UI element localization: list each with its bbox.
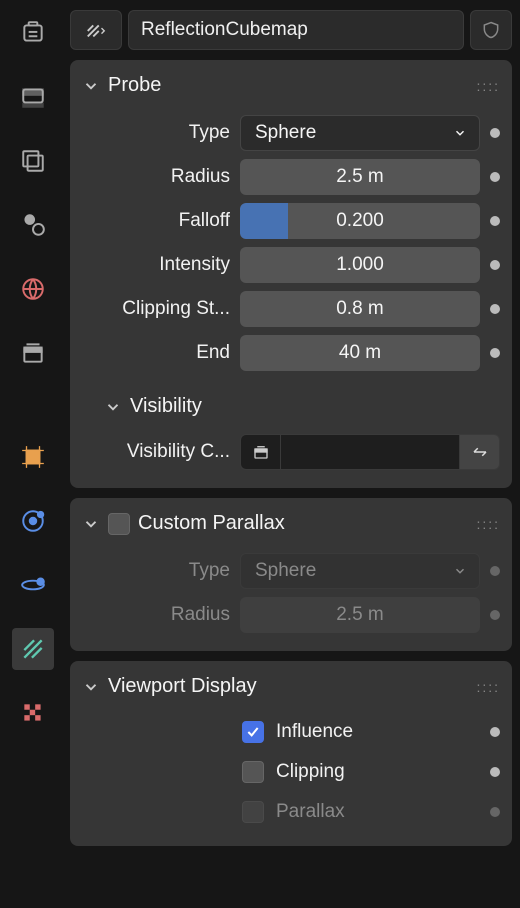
drag-grip-icon[interactable]: :::: bbox=[476, 679, 500, 695]
clipping-label: Clipping bbox=[276, 761, 478, 783]
tab-scene[interactable] bbox=[12, 204, 54, 246]
anim-keyframe-dot[interactable] bbox=[490, 348, 500, 358]
custom-parallax-title: Custom Parallax bbox=[138, 512, 468, 535]
clip-end-label: End bbox=[70, 342, 230, 364]
probe-clip-start-field[interactable]: 0.8 m bbox=[240, 291, 480, 327]
visibility-collection-label: Visibility C... bbox=[70, 441, 230, 463]
tab-view-layer[interactable] bbox=[12, 140, 54, 182]
influence-label: Influence bbox=[276, 721, 478, 743]
chevron-down-icon bbox=[82, 515, 100, 533]
collection-icon[interactable] bbox=[240, 434, 280, 470]
anim-keyframe-dot bbox=[490, 610, 500, 620]
probe-clip-end-field[interactable]: 40 m bbox=[240, 335, 480, 371]
probe-panel-header[interactable]: Probe :::: bbox=[70, 70, 512, 111]
anim-keyframe-dot[interactable] bbox=[490, 260, 500, 270]
custom-parallax-checkbox[interactable] bbox=[108, 513, 130, 535]
intensity-label: Intensity bbox=[70, 254, 230, 276]
tab-object[interactable] bbox=[12, 436, 54, 478]
tab-texture[interactable] bbox=[12, 692, 54, 734]
visibility-subpanel-header[interactable]: Visibility bbox=[70, 375, 512, 424]
chevron-down-icon bbox=[82, 77, 100, 95]
anim-keyframe-dot[interactable] bbox=[490, 128, 500, 138]
parallax-radius-label: Radius bbox=[70, 604, 230, 626]
custom-parallax-panel: Custom Parallax :::: Type Sphere Radius … bbox=[70, 498, 512, 651]
viewport-display-header[interactable]: Viewport Display :::: bbox=[70, 671, 512, 712]
parallax-checkbox bbox=[242, 801, 264, 823]
datablock-name-input[interactable]: ReflectionCubemap bbox=[128, 10, 464, 50]
drag-grip-icon[interactable]: :::: bbox=[476, 78, 500, 94]
datablock-header: ReflectionCubemap bbox=[70, 10, 512, 50]
tab-output[interactable] bbox=[12, 76, 54, 118]
probe-radius-field[interactable]: 2.5 m bbox=[240, 159, 480, 195]
visibility-title: Visibility bbox=[130, 395, 202, 418]
type-label: Type bbox=[70, 122, 230, 144]
drag-grip-icon[interactable]: :::: bbox=[476, 516, 500, 532]
anim-keyframe-dot bbox=[490, 807, 500, 817]
clipping-checkbox[interactable] bbox=[242, 761, 264, 783]
property-tabs-sidebar bbox=[0, 0, 66, 908]
influence-checkbox[interactable] bbox=[242, 721, 264, 743]
tab-render[interactable] bbox=[12, 12, 54, 54]
anim-keyframe-dot[interactable] bbox=[490, 172, 500, 182]
clip-start-label: Clipping St... bbox=[70, 298, 230, 320]
datablock-type-menu[interactable] bbox=[70, 10, 122, 50]
probe-panel: Probe :::: Type Sphere Radius 2.5 m Fall… bbox=[70, 60, 512, 488]
viewport-display-title: Viewport Display bbox=[108, 675, 468, 698]
custom-parallax-header[interactable]: Custom Parallax :::: bbox=[70, 508, 512, 549]
visibility-collection-field bbox=[240, 434, 500, 470]
anim-keyframe-dot[interactable] bbox=[490, 304, 500, 314]
chevron-down-icon bbox=[104, 398, 122, 416]
radius-label: Radius bbox=[70, 166, 230, 188]
anim-keyframe-dot[interactable] bbox=[490, 767, 500, 777]
visibility-collection-input[interactable] bbox=[280, 434, 460, 470]
properties-main: ReflectionCubemap Probe :::: Type Sphere… bbox=[66, 0, 520, 908]
fake-user-toggle[interactable] bbox=[470, 10, 512, 50]
parallax-type-select: Sphere bbox=[240, 553, 480, 589]
viewport-display-panel: Viewport Display :::: Influence Clipping… bbox=[70, 661, 512, 846]
probe-intensity-field[interactable]: 1.000 bbox=[240, 247, 480, 283]
anim-keyframe-dot[interactable] bbox=[490, 216, 500, 226]
tab-world[interactable] bbox=[12, 268, 54, 310]
anim-keyframe-dot[interactable] bbox=[490, 727, 500, 737]
anim-keyframe-dot bbox=[490, 566, 500, 576]
probe-panel-title: Probe bbox=[108, 74, 468, 97]
chevron-down-icon bbox=[453, 126, 467, 140]
tab-physics[interactable] bbox=[12, 564, 54, 606]
probe-falloff-field[interactable]: 0.200 bbox=[240, 203, 480, 239]
parallax-radius-field: 2.5 m bbox=[240, 597, 480, 633]
chevron-down-icon bbox=[453, 564, 467, 578]
falloff-label: Falloff bbox=[70, 210, 230, 232]
probe-type-select[interactable]: Sphere bbox=[240, 115, 480, 151]
parallax-display-label: Parallax bbox=[276, 801, 478, 823]
tab-object-data[interactable] bbox=[12, 628, 54, 670]
parallax-type-label: Type bbox=[70, 560, 230, 582]
visibility-collection-invert-button[interactable] bbox=[460, 434, 500, 470]
chevron-down-icon bbox=[82, 678, 100, 696]
tab-collection[interactable] bbox=[12, 332, 54, 374]
tab-modifier[interactable] bbox=[12, 500, 54, 542]
